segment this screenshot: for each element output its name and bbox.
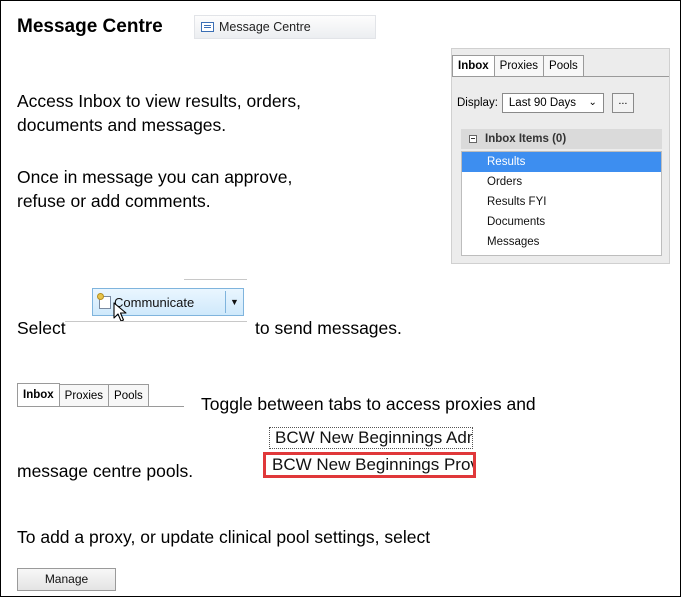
- collapse-icon[interactable]: [469, 135, 477, 143]
- manage-button[interactable]: Manage: [17, 568, 116, 591]
- communicate-button-label: Communicate: [114, 294, 195, 310]
- select-label: Select: [17, 318, 66, 338]
- inbox-items-header-label: Inbox Items (0): [485, 133, 567, 145]
- divider-line: [65, 321, 247, 322]
- tab-proxies[interactable]: Proxies: [58, 384, 110, 407]
- inbox-items-header[interactable]: Inbox Items (0): [461, 129, 662, 149]
- communicate-icon: [97, 292, 111, 309]
- inbox-panel: Inbox Proxies Pools Display: Last 90 Day…: [451, 48, 670, 264]
- message-centre-button[interactable]: Message Centre: [194, 15, 376, 39]
- inbox-panel-tabs: Inbox Proxies Pools: [452, 55, 584, 77]
- paragraph-access-inbox: Access Inbox to view results, orders, do…: [17, 89, 301, 137]
- pools-text: message centre pools.: [17, 461, 194, 481]
- select-suffix: to send messages.: [255, 318, 402, 338]
- paragraph-line: Access Inbox to view results, orders,: [17, 91, 301, 111]
- display-select[interactable]: Last 90 Days ⌄: [501, 93, 604, 113]
- tabs-example: Inbox Proxies Pools: [17, 379, 149, 407]
- inbox-item-documents[interactable]: Documents: [462, 212, 661, 232]
- tab-pools[interactable]: Pools: [543, 55, 584, 76]
- inbox-item-results[interactable]: Results: [462, 152, 661, 172]
- inbox-item-orders[interactable]: Orders: [462, 172, 661, 192]
- display-value: Last 90 Days: [508, 97, 577, 109]
- display-row: Display: Last 90 Days ⌄ ...: [457, 93, 634, 113]
- inbox-item-results-fyi[interactable]: Results FYI: [462, 192, 661, 212]
- tab-inbox[interactable]: Inbox: [452, 55, 495, 77]
- paragraph-once-in-message: Once in message you can approve, refuse …: [17, 165, 292, 213]
- display-label: Display:: [457, 97, 498, 109]
- tab-pools[interactable]: Pools: [108, 384, 149, 407]
- message-centre-button-label: Message Centre: [219, 20, 311, 34]
- dropdown-arrow-icon[interactable]: ▼: [226, 297, 243, 307]
- proxy-text: To add a proxy, or update clinical pool …: [17, 527, 431, 547]
- tab-divider: [17, 406, 184, 407]
- divider-line: [184, 279, 247, 280]
- tab-inbox[interactable]: Inbox: [17, 383, 60, 407]
- envelope-icon: [201, 22, 214, 32]
- mouse-cursor-icon: [113, 302, 127, 322]
- paragraph-line: Once in message you can approve,: [17, 167, 293, 187]
- more-options-button[interactable]: ...: [611, 93, 634, 113]
- paragraph-line: refuse or add comments.: [17, 191, 211, 211]
- chevron-down-icon: ⌄: [588, 97, 597, 108]
- paragraph-line: documents and messages.: [17, 115, 227, 135]
- page-title: Message Centre: [17, 16, 163, 37]
- document-frame: Message Centre Message Centre Access Inb…: [0, 0, 681, 597]
- inbox-item-messages[interactable]: Messages: [462, 232, 661, 252]
- tab-proxies[interactable]: Proxies: [493, 55, 545, 76]
- tab-divider: [452, 76, 669, 77]
- pool-item-admin[interactable]: BCW New Beginnings Admin: [269, 427, 473, 449]
- inbox-items-list: Results Orders Results FYI Documents Mes…: [461, 151, 662, 256]
- toggle-text: Toggle between tabs to access proxies an…: [201, 394, 536, 414]
- pool-item-provider[interactable]: BCW New Beginnings Provider: [263, 452, 476, 478]
